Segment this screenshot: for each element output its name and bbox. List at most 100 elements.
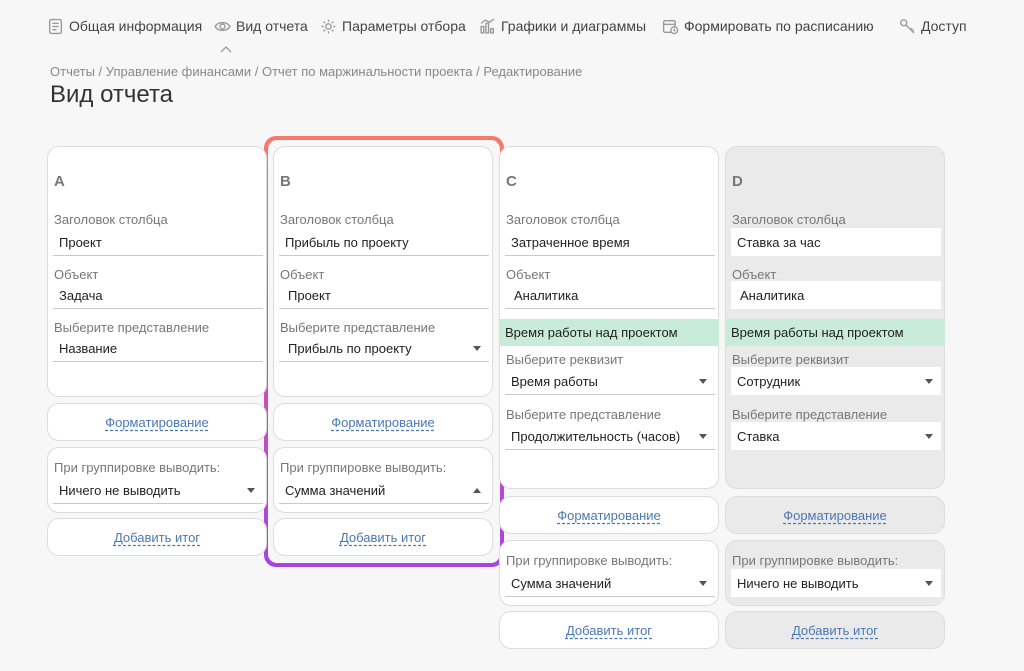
formatting-card: Форматирование [273, 403, 493, 441]
grouping-select[interactable]: Ничего не выводить [731, 569, 941, 597]
formatting-card: Форматирование [47, 403, 267, 441]
grouping-label: При группировке выводить: [732, 553, 899, 568]
formatting-link[interactable]: Форматирование [105, 415, 209, 430]
object-field[interactable]: Проект [279, 281, 489, 309]
column-header-input[interactable]: Затраченное время [505, 228, 715, 256]
column-letter: B [280, 173, 291, 190]
breadcrumb-item[interactable]: Управление финансами [106, 64, 251, 79]
formatting-link[interactable]: Форматирование [557, 508, 661, 523]
object-label: Объект [280, 267, 325, 282]
add-total-link[interactable]: Добавить итог [566, 623, 652, 638]
view-label: Выберите представление [506, 407, 662, 422]
tab-general-info[interactable]: Общая информация [47, 14, 202, 38]
view-select[interactable]: Продолжительность (часов) [505, 422, 715, 450]
tab-schedule[interactable]: Формировать по расписанию [662, 14, 874, 38]
active-tab-indicator [220, 40, 232, 58]
attribute-value: Сотрудник [737, 374, 801, 389]
gear-icon [321, 19, 336, 33]
breadcrumb-item[interactable]: Отчеты [50, 64, 95, 79]
analytic-name-bar: Время работы над проектом [500, 319, 719, 346]
object-field[interactable]: Аналитика [505, 281, 715, 309]
grouping-label: При группировке выводить: [506, 553, 673, 568]
grouping-value: Сумма значений [285, 483, 386, 498]
view-select[interactable]: Прибыль по проекту [279, 334, 489, 362]
add-total-link[interactable]: Добавить итог [792, 623, 878, 638]
view-label: Выберите представление [54, 320, 210, 335]
formatting-link[interactable]: Форматирование [783, 508, 887, 523]
column-settings-card: D Заголовок столбца Ставка за час Объект… [725, 146, 945, 489]
grouping-card: При группировке выводить: Сумма значений [273, 447, 493, 513]
column-settings-card: B Заголовок столбца Прибыль по проекту О… [273, 146, 493, 397]
object-field[interactable]: Аналитика [731, 281, 941, 309]
header-label: Заголовок столбца [280, 212, 394, 227]
tab-label: Доступ [921, 18, 967, 34]
grouping-label: При группировке выводить: [54, 460, 221, 475]
tab-access[interactable]: Доступ [899, 14, 967, 38]
formatting-card: Форматирование [499, 496, 719, 534]
dropdown-arrow-icon [925, 379, 933, 384]
column-header-input[interactable]: Прибыль по проекту [279, 228, 489, 256]
add-total-link[interactable]: Добавить итог [340, 530, 426, 545]
tab-report-view[interactable]: Вид отчета [214, 14, 308, 38]
analytic-name-bar: Время работы над проектом [726, 319, 945, 346]
dropdown-arrow-icon [699, 434, 707, 439]
formatting-link[interactable]: Форматирование [331, 415, 435, 430]
view-value: Продолжительность (часов) [511, 429, 681, 444]
view-select[interactable]: Ставка [731, 422, 941, 450]
breadcrumb-item-current: Редактирование [483, 64, 583, 79]
add-total-card: Добавить итог [499, 611, 719, 649]
object-field[interactable]: Задача [53, 281, 263, 309]
column-header-input[interactable]: Проект [53, 228, 263, 256]
column-letter: C [506, 173, 517, 190]
attribute-label: Выберите реквизит [506, 352, 624, 367]
add-total-link[interactable]: Добавить итог [114, 530, 200, 545]
dropdown-arrow-icon [925, 581, 933, 586]
header-label: Заголовок столбца [54, 212, 168, 227]
top-nav: Общая информация Вид отчета Параметры от… [47, 14, 1024, 53]
column-d: D Заголовок столбца Ставка за час Объект… [725, 146, 945, 649]
grouping-card: При группировке выводить: Сумма значений [499, 540, 719, 606]
grouping-value: Сумма значений [511, 576, 612, 591]
grouping-select[interactable]: Сумма значений [505, 569, 715, 597]
tab-label: Формировать по расписанию [684, 18, 874, 34]
dropdown-arrow-icon [247, 488, 255, 493]
column-header-input[interactable]: Ставка за час [731, 228, 941, 256]
grouping-value: Ничего не выводить [737, 576, 859, 591]
view-value: Ставка [737, 429, 780, 444]
tab-filter-params[interactable]: Параметры отбора [320, 14, 466, 38]
tab-label: Вид отчета [236, 18, 308, 34]
view-label: Выберите представление [280, 320, 436, 335]
chevron-up-icon [220, 46, 232, 53]
add-total-card: Добавить итог [47, 518, 267, 556]
dropdown-arrow-icon [473, 346, 481, 351]
chart-icon [480, 18, 495, 34]
calendar-clock-icon [662, 19, 679, 34]
breadcrumb-item[interactable]: Отчет по маржинальности проекта [262, 64, 473, 79]
page-title: Вид отчета [50, 81, 174, 108]
column-b: B Заголовок столбца Прибыль по проекту О… [273, 146, 493, 556]
column-letter: D [732, 173, 743, 190]
tab-charts[interactable]: Графики и диаграммы [479, 14, 646, 38]
object-label: Объект [54, 267, 99, 282]
object-label: Объект [506, 267, 551, 282]
grouping-select[interactable]: Сумма значений [279, 476, 489, 504]
grouping-label: При группировке выводить: [280, 460, 447, 475]
grouping-select[interactable]: Ничего не выводить [53, 476, 263, 504]
attribute-select[interactable]: Время работы [505, 367, 715, 395]
formatting-card: Форматирование [725, 496, 945, 534]
dropdown-arrow-icon [699, 379, 707, 384]
dropdown-arrow-icon [699, 581, 707, 586]
column-settings-card: C Заголовок столбца Затраченное время Об… [499, 146, 719, 489]
column-c: C Заголовок столбца Затраченное время Об… [499, 146, 719, 649]
attribute-value: Время работы [511, 374, 598, 389]
attribute-label: Выберите реквизит [732, 352, 850, 367]
attribute-select[interactable]: Сотрудник [731, 367, 941, 395]
breadcrumb: Отчеты / Управление финансами / Отчет по… [50, 64, 582, 79]
tab-label: Графики и диаграммы [501, 18, 647, 34]
breadcrumb-separator: / [94, 64, 106, 79]
add-total-card: Добавить итог [273, 518, 493, 556]
view-field[interactable]: Название [53, 334, 263, 362]
view-label: Выберите представление [732, 407, 888, 422]
document-icon [48, 18, 63, 34]
header-label: Заголовок столбца [506, 212, 620, 227]
